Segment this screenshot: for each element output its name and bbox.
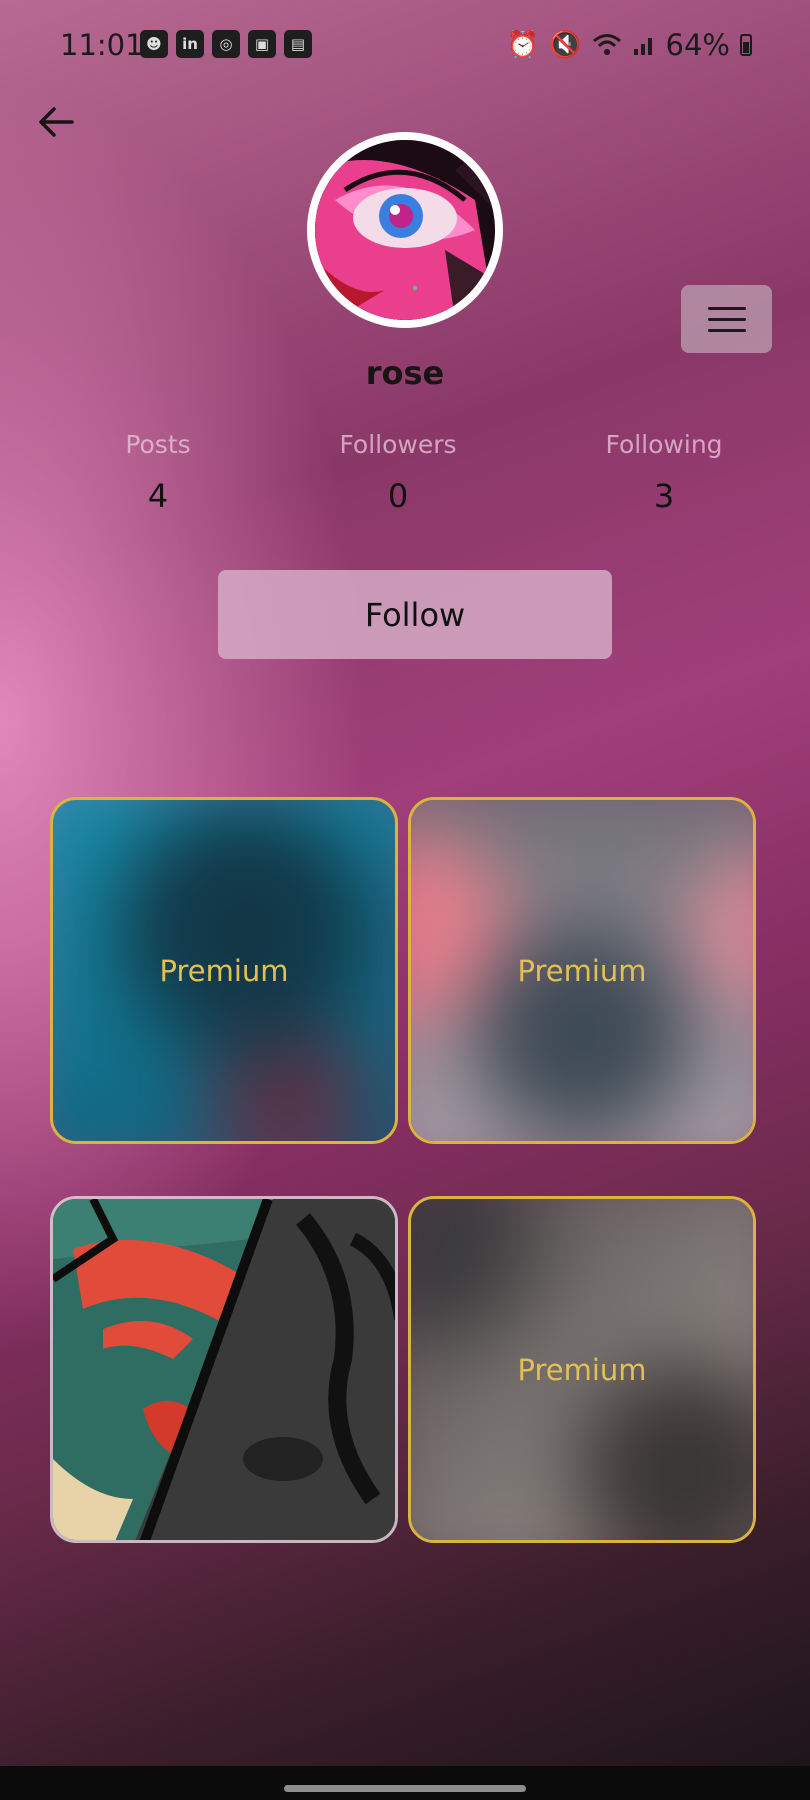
battery-icon [740,34,752,56]
home-gesture-handle[interactable] [284,1785,526,1792]
status-time: 11:01 [60,28,144,62]
post-tile-3[interactable] [50,1196,398,1543]
post-tile-4[interactable]: Premium [408,1196,756,1543]
username: rose [365,354,445,392]
system-status: ⏰ 🔇 64% [507,28,752,62]
menu-line [707,306,746,310]
notification-icons: ☻ in ◎ ▣ ▤ [140,30,312,58]
follow-button[interactable]: Follow [218,570,612,659]
back-arrow-icon[interactable] [34,100,78,144]
menu-line [707,328,746,332]
stat-label: Posts [125,430,191,459]
post-tile-1[interactable]: Premium [50,797,398,1144]
post-image [53,1199,395,1540]
premium-label: Premium [159,953,289,988]
discord-icon: ☻ [140,30,168,58]
stat-followers[interactable]: Followers 0 [288,430,508,515]
stat-label: Following [605,430,723,459]
battery-percent: 64% [665,28,730,62]
screen-cast-icon: ▤ [284,30,312,58]
mute-icon: 🔇 [549,30,582,60]
stat-value: 4 [147,477,169,515]
wifi-icon [592,34,621,55]
profile-avatar[interactable] [307,132,503,328]
stat-label: Followers [339,430,457,459]
signal-icon [633,38,652,55]
hamburger-menu-button[interactable] [681,285,772,353]
status-bar: 11:01 ☻ in ◎ ▣ ▤ ⏰ 🔇 64% [0,0,810,92]
menu-line [707,317,746,321]
linkedin-icon: in [176,30,204,58]
post-tile-2[interactable]: Premium [408,797,756,1144]
gallery-icon: ▣ [248,30,276,58]
premium-label: Premium [517,1352,647,1387]
alarm-icon: ⏰ [506,30,540,60]
stat-value: 0 [387,477,409,515]
stat-value: 3 [653,477,675,515]
stat-posts[interactable]: Posts 4 [48,430,268,515]
navigation-bar [0,1766,810,1800]
premium-label: Premium [517,953,647,988]
avatar-image [315,140,495,320]
stat-following[interactable]: Following 3 [554,430,774,515]
instagram-icon: ◎ [212,30,240,58]
